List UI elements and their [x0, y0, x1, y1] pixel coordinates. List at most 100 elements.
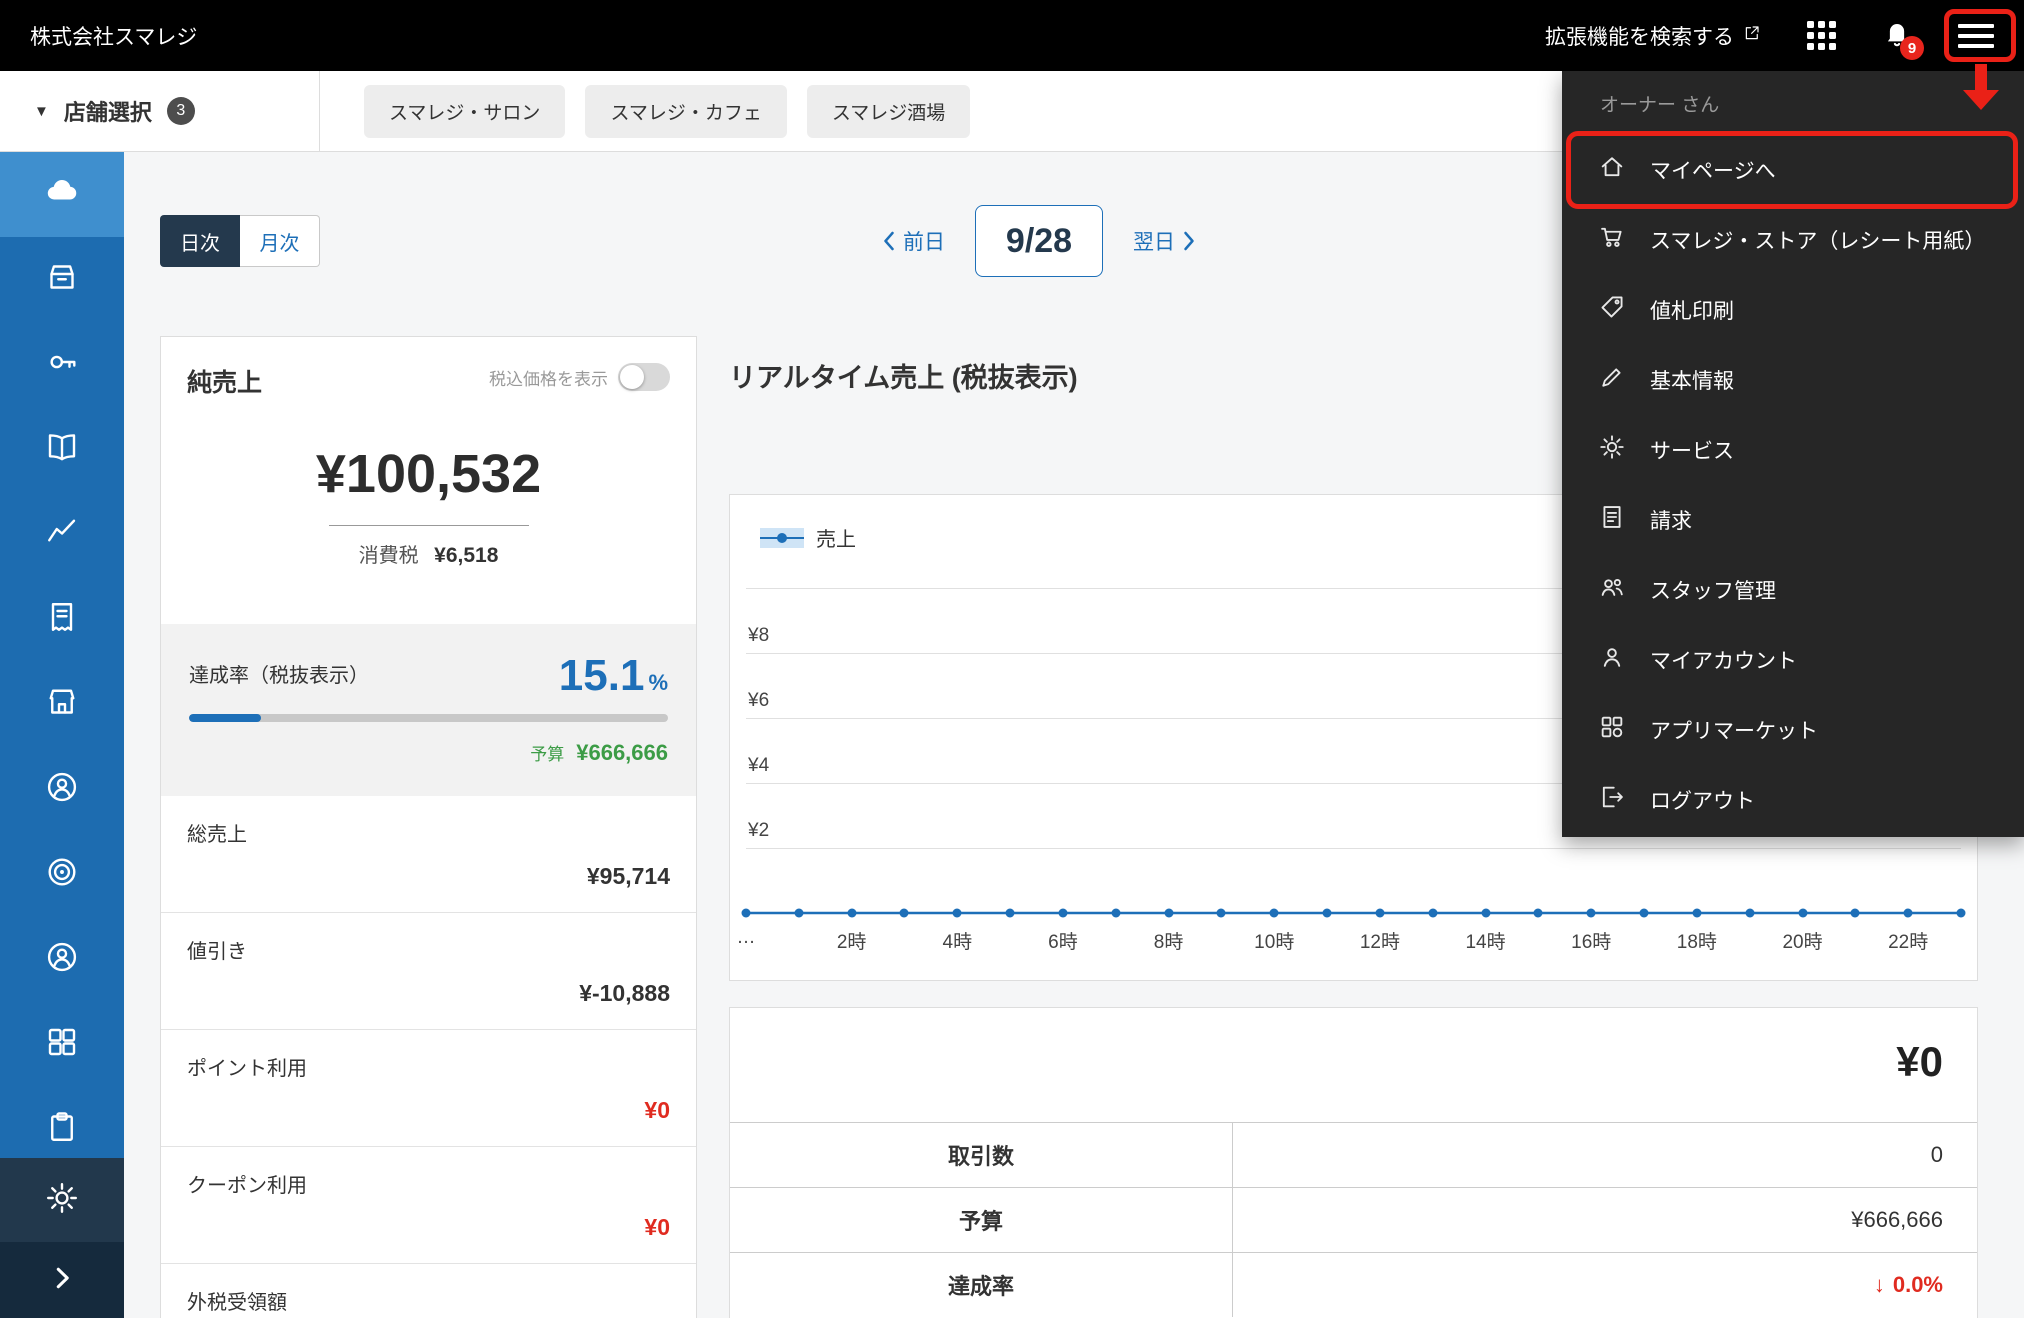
- sidebar-item-key[interactable]: [0, 322, 124, 407]
- menu-item-price-tag[interactable]: 値札印刷: [1562, 275, 2024, 345]
- store-chip[interactable]: スマレジ・カフェ: [585, 85, 786, 138]
- sidebar: [0, 152, 124, 1318]
- invoice-icon: [1598, 503, 1626, 537]
- menu-item-list: マイページへスマレジ・ストア（レシート用紙） 値札印刷基本情報サービス請求スタッフ…: [1562, 135, 2024, 835]
- data-point: [1323, 909, 1332, 918]
- sidebar-item-settings[interactable]: [0, 1158, 124, 1242]
- x-axis-label: 6時: [1048, 927, 1078, 954]
- y-axis-label: ¥2: [748, 820, 769, 842]
- net-sales-amount: ¥100,532: [161, 443, 696, 505]
- data-point: [953, 909, 962, 918]
- data-point: [742, 909, 751, 918]
- menu-item-label: 基本情報: [1650, 365, 1734, 395]
- y-axis-label: ¥6: [748, 690, 769, 712]
- store-icon: [44, 684, 80, 725]
- data-point: [1798, 909, 1807, 918]
- net-sales-breakdown: 総売上¥95,714値引き¥-10,888ポイント利用¥0クーポン利用¥0外税受…: [161, 796, 696, 1318]
- daily-tab[interactable]: 日次: [160, 215, 240, 267]
- sidebar-item-book[interactable]: [0, 407, 124, 492]
- menu-item-pencil[interactable]: 基本情報: [1562, 345, 2024, 415]
- store-chip[interactable]: スマレジ酒場: [807, 85, 970, 138]
- menu-item-cart[interactable]: スマレジ・ストア（レシート用紙）: [1562, 205, 2024, 275]
- menu-item-label: マイページへ: [1650, 155, 1776, 185]
- target-icon: [44, 854, 80, 895]
- summary-value: ¥666,666: [1233, 1188, 1977, 1252]
- breakdown-value: ¥0: [644, 1214, 670, 1241]
- data-point: [900, 909, 909, 918]
- menu-item-label: 値札印刷: [1650, 295, 1734, 325]
- x-axis-label: 12時: [1360, 927, 1400, 954]
- menu-item-staff[interactable]: スタッフ管理: [1562, 555, 2024, 625]
- menu-item-invoice[interactable]: 請求: [1562, 485, 2024, 555]
- next-day-label: 翌日: [1133, 226, 1175, 256]
- sidebar-item-store[interactable]: [0, 662, 124, 747]
- menu-item-app-market[interactable]: アプリマーケット: [1562, 695, 2024, 765]
- menu-item-account[interactable]: マイアカウント: [1562, 625, 2024, 695]
- achievement-value: 15.1%: [559, 654, 668, 698]
- menu-item-label: スマレジ・ストア（レシート用紙）: [1650, 225, 1985, 255]
- menu-item-gear[interactable]: サービス: [1562, 415, 2024, 485]
- realtime-total: ¥0: [730, 1008, 1977, 1122]
- pencil-icon: [1598, 363, 1626, 397]
- staff-icon: [1598, 573, 1626, 607]
- summary-value: 0: [1233, 1123, 1977, 1187]
- notifications-button[interactable]: 9: [1882, 18, 1912, 53]
- sidebar-item-cloud[interactable]: [0, 152, 124, 237]
- extension-search-link[interactable]: 拡張機能を検索する: [1545, 21, 1761, 51]
- store-chip[interactable]: スマレジ・サロン: [364, 85, 565, 138]
- x-axis-label: 2時: [837, 927, 867, 954]
- achievement-block: 達成率（税抜表示） 15.1% 予算 ¥666,666: [161, 624, 696, 796]
- consumption-tax-amount: ¥6,518: [434, 544, 498, 567]
- sidebar-item-staff-circle[interactable]: [0, 917, 124, 1002]
- period-toggle: 日次 月次: [160, 215, 320, 267]
- menu-item-logout[interactable]: ログアウト: [1562, 765, 2024, 835]
- topbar: 株式会社スマレジ 拡張機能を検索する 9: [0, 0, 2024, 71]
- menu-item-label: マイアカウント: [1650, 645, 1797, 675]
- book-icon: [44, 429, 80, 470]
- sidebar-item-layout[interactable]: [0, 1002, 124, 1087]
- store-selector[interactable]: ▼ 店舗選択 3: [0, 71, 320, 151]
- breakdown-label: 総売上: [187, 818, 670, 847]
- monthly-tab[interactable]: 月次: [240, 215, 320, 267]
- y-axis-label: ¥8: [748, 625, 769, 647]
- gear-icon: [44, 1180, 80, 1221]
- breakdown-row: 外税受領額¥448: [161, 1263, 696, 1318]
- sidebar-item-chart[interactable]: [0, 492, 124, 577]
- date-navigation: 前日 9/28 翌日: [882, 205, 1196, 277]
- breakdown-row: クーポン利用¥0: [161, 1146, 696, 1263]
- data-point: [1692, 909, 1701, 918]
- data-point: [1164, 909, 1173, 918]
- topbar-actions: 拡張機能を検索する 9: [1545, 18, 1994, 53]
- data-point: [847, 909, 856, 918]
- realtime-title: リアルタイム売上 (税抜表示): [729, 356, 1078, 395]
- tax-toggle-label: 税込価格を表示: [489, 365, 608, 390]
- data-point: [1481, 909, 1490, 918]
- cloud-icon: [44, 174, 80, 215]
- data-point: [1745, 909, 1754, 918]
- achievement-label: 達成率（税抜表示）: [189, 659, 369, 698]
- prev-day-button[interactable]: 前日: [882, 226, 945, 256]
- breakdown-row: 値引き¥-10,888: [161, 912, 696, 1029]
- data-point: [1904, 909, 1913, 918]
- smaregi-dashboard: 株式会社スマレジ 拡張機能を検索する 9 ▼ 店舗選択 3 スマレジ・サロンスマ…: [0, 0, 2024, 1318]
- date-display[interactable]: 9/28: [975, 205, 1103, 277]
- apps-grid-icon[interactable]: [1807, 21, 1836, 50]
- menu-item-home[interactable]: マイページへ: [1562, 135, 2024, 205]
- store-selector-label: 店舗選択: [64, 95, 152, 127]
- sidebar-expand-button[interactable]: [0, 1242, 124, 1318]
- sidebar-item-receipt[interactable]: [0, 577, 124, 662]
- realtime-summary-table: 取引数0予算¥666,666達成率↓0.0%: [730, 1122, 1977, 1317]
- hamburger-menu-icon[interactable]: [1958, 24, 1994, 48]
- summary-label: 達成率: [730, 1253, 1233, 1317]
- sidebar-item-customer[interactable]: [0, 747, 124, 832]
- sidebar-item-target[interactable]: [0, 832, 124, 917]
- next-day-button[interactable]: 翌日: [1133, 226, 1196, 256]
- tax-display-toggle[interactable]: [618, 363, 670, 391]
- sidebar-item-register[interactable]: [0, 237, 124, 322]
- clipboard-icon: [44, 1109, 80, 1150]
- summary-value: ↓0.0%: [1233, 1253, 1977, 1317]
- x-axis-label: 18時: [1677, 927, 1717, 954]
- x-axis-label: 4時: [943, 927, 973, 954]
- summary-label: 取引数: [730, 1123, 1233, 1187]
- data-point: [1058, 909, 1067, 918]
